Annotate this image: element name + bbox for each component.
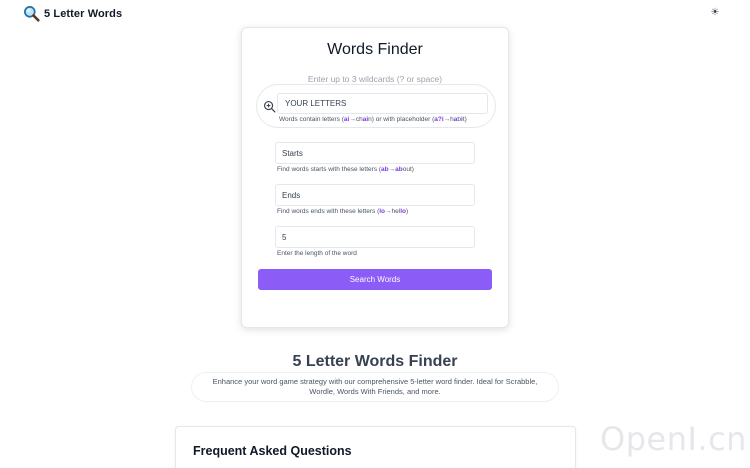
faq-card: Frequent Asked Questions xyxy=(175,426,576,468)
faq-title: Frequent Asked Questions xyxy=(193,444,352,458)
starts-input[interactable] xyxy=(275,142,475,164)
magnifier-icon xyxy=(24,6,40,22)
ends-input[interactable] xyxy=(275,184,475,206)
wildcard-hint: Enter up to 3 wildcards (? or space) xyxy=(307,74,443,84)
finder-title: Words Finder xyxy=(327,41,423,58)
brand-link[interactable]: 5 Letter Words xyxy=(23,5,122,22)
words-finder-card: Words Finder Enter up to 3 wildcards (? … xyxy=(241,27,509,328)
section-title: 5 Letter Words Finder xyxy=(292,353,458,370)
length-input[interactable] xyxy=(275,226,475,248)
length-help: Enter the length of the word xyxy=(277,250,357,257)
watermark: OpenI.cn xyxy=(600,420,747,458)
sun-icon[interactable]: ☀ xyxy=(710,8,720,18)
letters-input[interactable] xyxy=(277,93,488,114)
search-words-button[interactable]: Search Words xyxy=(258,269,492,290)
ends-help: Find words ends with these letters (lo→h… xyxy=(277,208,409,215)
zoom-in-icon xyxy=(264,101,276,113)
section-description: Enhance your word game strategy with our… xyxy=(191,372,559,402)
letters-help: Words contain letters (ai→chain) or with… xyxy=(279,116,467,123)
letters-group: Words contain letters (ai→chain) or with… xyxy=(256,84,496,128)
site-title: 5 Letter Words xyxy=(44,7,123,20)
starts-help: Find words starts with these letters (ab… xyxy=(277,166,414,173)
top-bar: 5 Letter Words ☀ xyxy=(0,0,750,28)
